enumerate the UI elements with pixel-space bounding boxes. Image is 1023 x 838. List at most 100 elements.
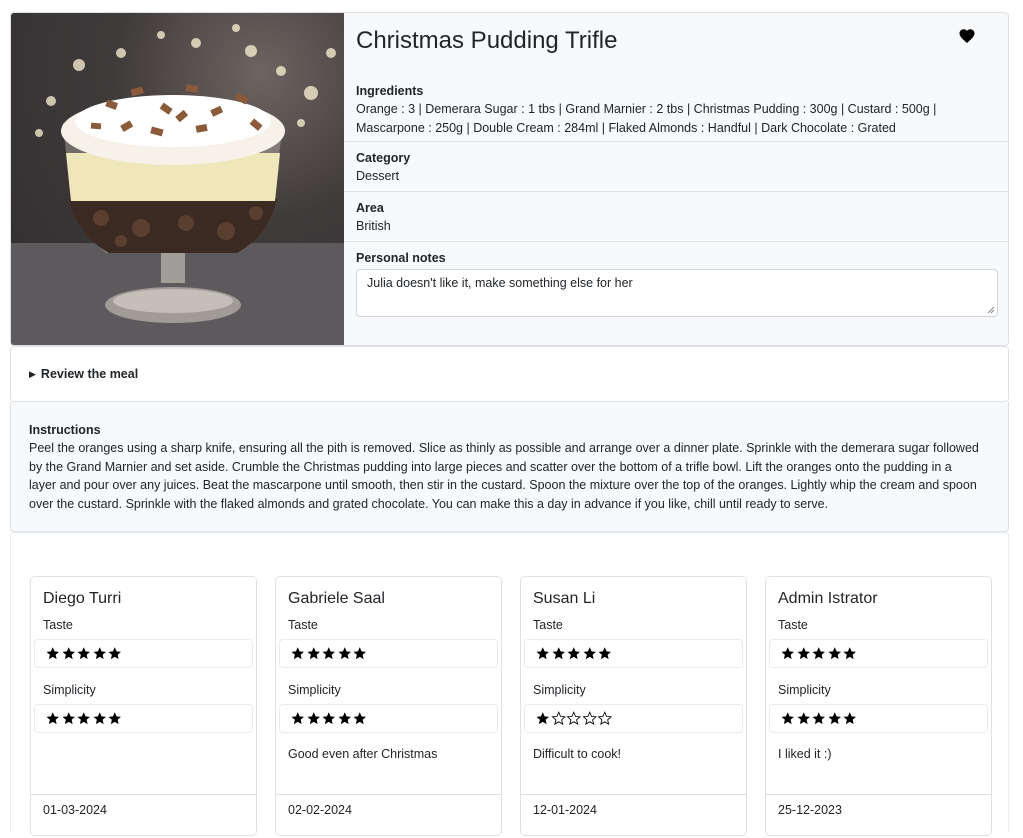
simplicity-label: Simplicity (43, 683, 96, 697)
simplicity-rating[interactable] (279, 704, 498, 733)
simplicity-label: Simplicity (533, 683, 586, 697)
star-filled-icon[interactable] (290, 646, 306, 661)
review-comment: Good even after Christmas (288, 747, 438, 761)
star-filled-icon[interactable] (566, 646, 582, 661)
review-card: Admin Istrator Taste Simplicity I liked … (765, 576, 992, 836)
taste-rating[interactable] (34, 639, 253, 668)
star-filled-icon[interactable] (61, 646, 77, 661)
simplicity-label: Simplicity (288, 683, 341, 697)
simplicity-label: Simplicity (778, 683, 831, 697)
star-filled-icon[interactable] (811, 711, 827, 726)
simplicity-rating[interactable] (524, 704, 743, 733)
star-filled-icon[interactable] (597, 646, 613, 661)
meal-image (11, 13, 344, 345)
personal-notes-text: Julia doesn't like it, make something el… (367, 276, 633, 290)
star-filled-icon[interactable] (582, 646, 598, 661)
trifle-illustration (11, 24, 344, 345)
ingredients-label: Ingredients (356, 84, 424, 98)
instructions-line-2: by the Grand Marnier and set aside. Crum… (29, 459, 952, 474)
taste-label: Taste (288, 618, 318, 632)
review-comment: Difficult to cook! (533, 747, 622, 761)
star-filled-icon[interactable] (337, 646, 353, 661)
reviewer-name: Diego Turri (43, 590, 122, 607)
review-date: 02-02-2024 (276, 794, 501, 838)
star-empty-icon[interactable] (566, 711, 582, 726)
taste-rating[interactable] (524, 639, 743, 668)
simplicity-rating[interactable] (769, 704, 988, 733)
resize-grip-icon[interactable] (987, 306, 995, 314)
review-card: Diego Turri Taste Simplicity 01-03-2024 (30, 576, 257, 836)
star-filled-icon[interactable] (811, 646, 827, 661)
simplicity-rating[interactable] (34, 704, 253, 733)
ingredients-line-1: Orange : 3 | Demerara Sugar : 1 tbs | Gr… (356, 102, 937, 116)
star-filled-icon[interactable] (45, 711, 61, 726)
review-date: 12-01-2024 (521, 794, 746, 838)
reviewer-name: Gabriele Saal (288, 590, 385, 607)
star-filled-icon[interactable] (535, 711, 551, 726)
instructions-line-1: Peel the oranges using a sharp knife, en… (29, 441, 979, 455)
meal-card: Christmas Pudding Trifle Ingredients Ora… (10, 12, 1009, 346)
star-filled-icon[interactable] (107, 711, 123, 726)
star-filled-icon[interactable] (780, 646, 796, 661)
instructions-label: Instructions (29, 423, 101, 437)
notes-section: Personal notes Julia doesn't like it, ma… (344, 241, 1008, 345)
taste-label: Taste (533, 618, 563, 632)
meal-title: Christmas Pudding Trifle (356, 27, 618, 54)
category-section: Category Dessert (344, 141, 1008, 191)
review-meal-label: Review the meal (40, 367, 139, 381)
area-value: British (356, 219, 391, 233)
personal-notes-textarea[interactable]: Julia doesn't like it, make something el… (356, 269, 998, 317)
star-filled-icon[interactable] (45, 646, 61, 661)
star-filled-icon[interactable] (352, 711, 368, 726)
taste-rating[interactable] (279, 639, 498, 668)
star-filled-icon[interactable] (321, 646, 337, 661)
review-comment: I liked it :) (778, 747, 832, 761)
reviewer-name: Admin Istrator (778, 590, 878, 607)
reviewer-name: Susan Li (533, 590, 596, 607)
star-empty-icon[interactable] (550, 711, 567, 726)
star-filled-icon[interactable] (842, 646, 858, 661)
star-filled-icon[interactable] (290, 711, 306, 726)
star-filled-icon[interactable] (321, 711, 337, 726)
review-date: 25-12-2023 (766, 794, 991, 838)
instructions-line-4: over the custard. Sprinkle with the flak… (29, 496, 829, 511)
heart-icon[interactable] (958, 27, 976, 45)
area-label: Area (356, 201, 384, 215)
star-filled-icon[interactable] (535, 646, 551, 661)
star-filled-icon[interactable] (61, 711, 77, 726)
reviews-section: Diego Turri Taste Simplicity 01-03-2024 … (10, 532, 1009, 836)
ingredients-line-2: Mascarpone : 250g | Double Cream : 284ml… (356, 120, 896, 135)
review-card: Gabriele Saal Taste Simplicity Good even… (275, 576, 502, 836)
review-date: 01-03-2024 (31, 794, 256, 838)
star-filled-icon[interactable] (337, 711, 353, 726)
area-section: Area British (344, 191, 1008, 241)
meal-info: Christmas Pudding Trifle Ingredients Ora… (344, 13, 1008, 345)
star-filled-icon[interactable] (827, 646, 843, 661)
star-filled-icon[interactable] (796, 711, 812, 726)
taste-rating[interactable] (769, 639, 988, 668)
review-meal-toggle[interactable]: ▶ Review the meal (10, 346, 1009, 402)
star-filled-icon[interactable] (842, 711, 858, 726)
star-filled-icon[interactable] (92, 711, 108, 726)
star-empty-icon[interactable] (597, 711, 613, 726)
star-filled-icon[interactable] (352, 646, 368, 661)
review-card: Susan Li Taste Simplicity Difficult to c… (520, 576, 747, 836)
ingredients-section: Ingredients Orange : 3 | Demerara Sugar … (344, 75, 1008, 141)
star-filled-icon[interactable] (76, 711, 92, 726)
star-filled-icon[interactable] (107, 646, 123, 661)
star-filled-icon[interactable] (76, 646, 92, 661)
taste-label: Taste (778, 618, 808, 632)
star-filled-icon[interactable] (796, 646, 812, 661)
notes-label: Personal notes (356, 251, 446, 265)
star-filled-icon[interactable] (306, 646, 322, 661)
taste-label: Taste (43, 618, 73, 632)
instructions-section: Instructions Peel the oranges using a sh… (10, 402, 1009, 532)
star-filled-icon[interactable] (92, 646, 108, 661)
star-empty-icon[interactable] (581, 711, 598, 726)
star-filled-icon[interactable] (306, 711, 322, 726)
star-filled-icon[interactable] (551, 646, 567, 661)
category-label: Category (356, 151, 411, 165)
star-filled-icon[interactable] (780, 711, 796, 726)
star-filled-icon[interactable] (827, 711, 843, 726)
category-value: Dessert (356, 169, 400, 183)
